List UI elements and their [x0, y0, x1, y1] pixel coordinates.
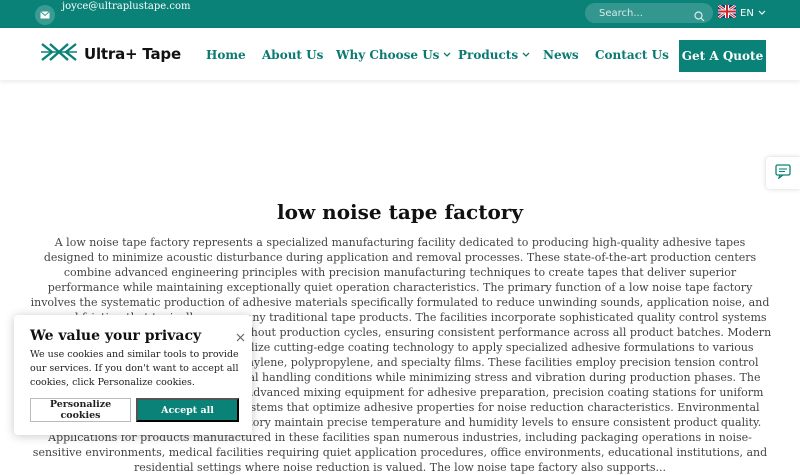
nav-why-choose-us[interactable]: Why Choose Us [336, 48, 451, 62]
accept-all-button[interactable]: Accept all [136, 398, 239, 422]
chevron-down-icon [758, 8, 766, 19]
search-box[interactable] [585, 3, 713, 23]
contact-email[interactable]: joyce@ultraplustape.com [62, 1, 190, 12]
search-input[interactable] [599, 6, 689, 20]
search-icon[interactable] [694, 7, 705, 26]
nav-products[interactable]: Products [458, 48, 530, 62]
nav-home[interactable]: Home [206, 48, 246, 62]
nav-home-label: Home [206, 48, 246, 62]
cookie-title: We value your privacy [30, 328, 202, 344]
nav-why-choose-us-label: Why Choose Us [336, 48, 440, 62]
chat-icon [775, 163, 791, 183]
nav-products-label: Products [458, 48, 519, 62]
logo[interactable]: Ultra+ Tape [40, 41, 181, 67]
mail-icon [35, 5, 55, 25]
logo-icon [40, 41, 78, 67]
language-selector[interactable]: EN [717, 3, 766, 21]
close-icon[interactable] [236, 327, 245, 346]
personalize-cookies-button[interactable]: Personalize cookies [30, 398, 131, 422]
nav-about-us[interactable]: About Us [262, 48, 323, 62]
uk-flag-icon [717, 3, 737, 21]
chat-widget-button[interactable] [766, 157, 800, 189]
cookie-description: We use cookies and similar tools to prov… [30, 349, 239, 388]
main-header: Ultra+ Tape Home About Us Why Choose Us … [0, 28, 800, 80]
nav-contact-us-label: Contact Us [595, 48, 669, 62]
language-label: EN [740, 7, 754, 19]
page-title: low noise tape factory [277, 200, 523, 224]
nav-news-label: News [543, 48, 579, 62]
nav-about-us-label: About Us [262, 48, 324, 62]
chevron-down-icon [522, 52, 530, 57]
nav-contact-us[interactable]: Contact Us [595, 48, 669, 62]
logo-text: Ultra+ Tape [84, 45, 181, 63]
chevron-down-icon [443, 52, 451, 57]
top-bar: joyce@ultraplustape.com EN [0, 0, 800, 28]
get-a-quote-button[interactable]: Get A Quote [679, 40, 766, 72]
nav-news[interactable]: News [543, 48, 579, 62]
